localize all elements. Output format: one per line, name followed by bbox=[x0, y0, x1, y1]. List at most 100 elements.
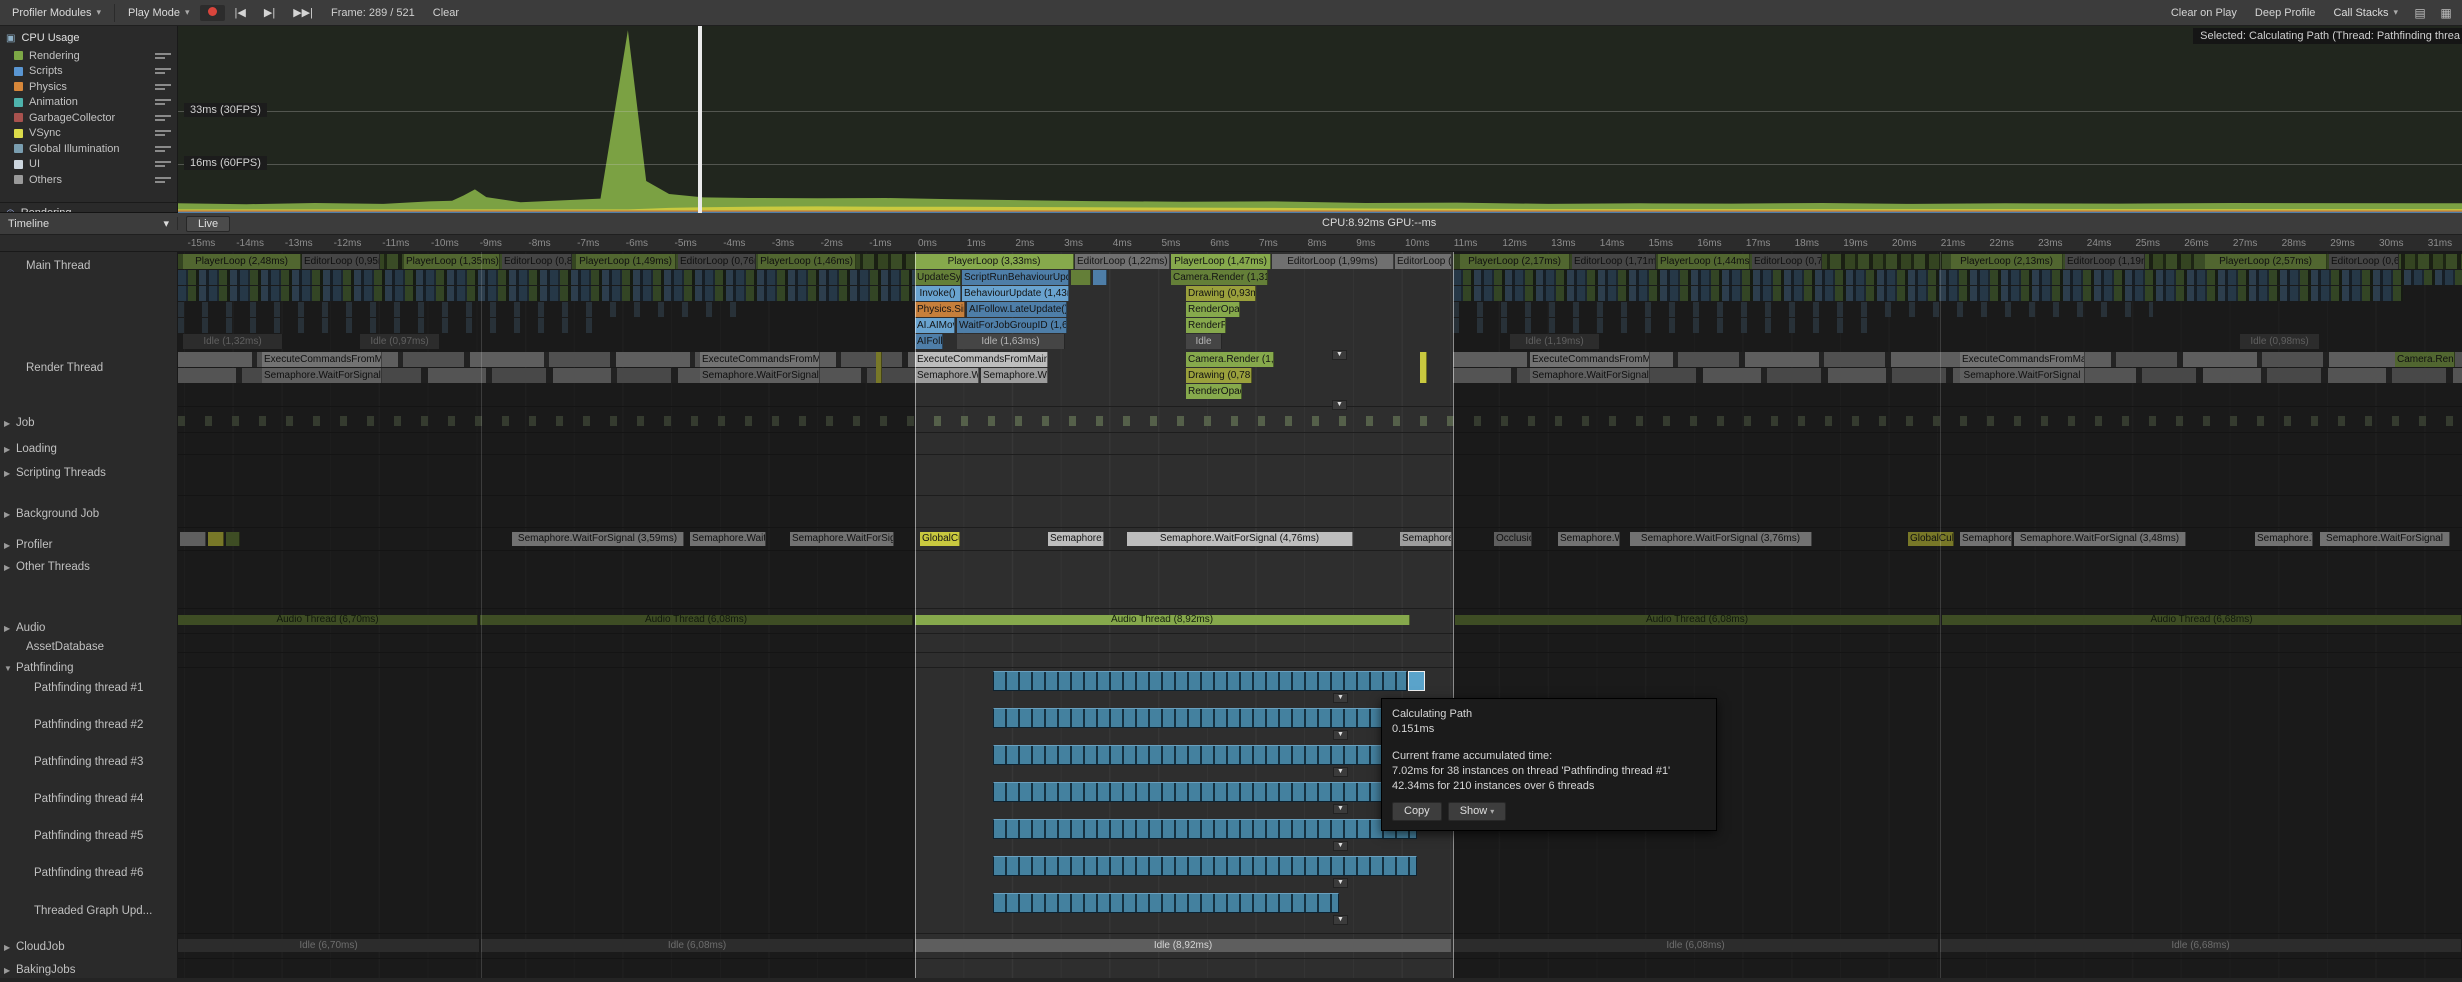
selected-sample[interactable] bbox=[1408, 671, 1425, 691]
time-ruler[interactable]: -15ms-14ms-13ms-12ms-11ms-10ms-9ms-8ms-7… bbox=[0, 235, 2462, 252]
timeline-sample[interactable]: Camera.Render (1,31ms) bbox=[1171, 270, 1268, 285]
timeline-sample[interactable] bbox=[993, 671, 1407, 691]
thread-row-background-job[interactable]: ▶Background Job bbox=[0, 508, 177, 520]
foldout-arrow-icon[interactable]: ▼ bbox=[4, 664, 16, 673]
timeline-sample[interactable] bbox=[993, 745, 1417, 765]
legend-item-others[interactable]: Others bbox=[0, 172, 177, 188]
timeline-sample[interactable]: Camera.Render (1,26ms) bbox=[1186, 352, 1274, 367]
legend-item-global-illumination[interactable]: Global Illumination bbox=[0, 141, 177, 157]
thread-row-scripting-threads[interactable]: ▶Scripting Threads bbox=[0, 467, 177, 479]
foldout-arrow-icon[interactable]: ▶ bbox=[4, 541, 16, 550]
timeline-sample[interactable]: Audio Thread (8,92ms) bbox=[915, 615, 1410, 625]
timeline-sample[interactable]: RenderOpaqueGeometry bbox=[1186, 384, 1242, 399]
foldout-arrow-icon[interactable]: ▶ bbox=[4, 624, 16, 633]
thread-row-pathfinding-thread-2[interactable]: Pathfinding thread #2 bbox=[0, 719, 177, 731]
foldout-arrow-icon[interactable]: ▶ bbox=[4, 563, 16, 572]
timeline-sample[interactable]: Semaphore.WaitForSignal bbox=[915, 368, 979, 383]
timeline-sample[interactable] bbox=[993, 856, 1417, 876]
timeline-sample[interactable]: ScriptRunBehaviourUpdate bbox=[962, 270, 1069, 285]
timeline-sample[interactable]: RenderForward bbox=[1186, 318, 1226, 333]
timeline-sample[interactable]: PlayerLoop (1,47ms) bbox=[1171, 254, 1271, 269]
timeline-sample[interactable]: AIFollow bbox=[915, 334, 943, 349]
foldout-arrow-icon[interactable]: ▶ bbox=[4, 966, 16, 975]
previous-frame-button[interactable]: |◀ bbox=[227, 4, 254, 21]
timeline-sample[interactable]: EditorLoop (1,99ms) bbox=[1272, 254, 1394, 269]
timeline-sample[interactable]: Idle bbox=[1186, 334, 1222, 349]
timeline-sample[interactable]: ExecuteCommandsFromMainThread bbox=[915, 352, 1048, 367]
live-toggle[interactable]: Live bbox=[186, 216, 230, 232]
thread-row-pathfinding-thread-3[interactable]: Pathfinding thread #3 bbox=[0, 756, 177, 768]
next-frame-button[interactable]: ▶| bbox=[256, 4, 283, 21]
timeline-sample[interactable]: Semaphore.WaitForSignal (4,76ms) bbox=[1127, 532, 1353, 546]
thread-row-pathfinding-thread-6[interactable]: Pathfinding thread #6 bbox=[0, 867, 177, 879]
expand-samples-arrow[interactable]: ▼ bbox=[1333, 915, 1348, 925]
timeline-sample[interactable]: Idle (8,92ms) bbox=[915, 939, 1452, 952]
timeline-sample[interactable]: EditorLoop (0,54ms) bbox=[1395, 254, 1452, 269]
thread-row-job[interactable]: ▶Job bbox=[0, 417, 177, 429]
expand-samples-arrow[interactable]: ▼ bbox=[1332, 400, 1347, 410]
legend-item-physics[interactable]: Physics bbox=[0, 79, 177, 95]
timeline-sample[interactable] bbox=[1420, 352, 1427, 383]
thread-row-assetdatabase[interactable]: AssetDatabase bbox=[0, 641, 177, 653]
expand-samples-arrow[interactable]: ▼ bbox=[1333, 804, 1348, 814]
thread-row-other-threads[interactable]: ▶Other Threads bbox=[0, 561, 177, 573]
thread-row-bakingjobs[interactable]: ▶BakingJobs bbox=[0, 964, 177, 976]
foldout-arrow-icon[interactable]: ▶ bbox=[4, 943, 16, 952]
thread-row-threaded-graph-upd-[interactable]: Threaded Graph Upd... bbox=[0, 905, 177, 917]
thread-row-main-thread[interactable]: Main Thread bbox=[0, 260, 177, 272]
thread-row-profiler[interactable]: ▶Profiler bbox=[0, 539, 177, 551]
timeline-sample[interactable]: AI.AIMovement bbox=[915, 318, 955, 333]
timeline-sample[interactable]: WaitForJobGroupID (1,63ms) bbox=[957, 318, 1067, 333]
timeline-sample[interactable]: Invoke() bbox=[915, 286, 961, 301]
legend-item-ui[interactable]: UI bbox=[0, 157, 177, 173]
cpu-usage-chart[interactable]: 33ms (30FPS)16ms (60FPS) Selected: Calcu… bbox=[178, 26, 2462, 213]
timeline-sample[interactable]: Drawing (0,78ms) bbox=[1186, 368, 1252, 383]
expand-samples-arrow[interactable]: ▼ bbox=[1333, 878, 1348, 888]
expand-samples-arrow[interactable]: ▼ bbox=[1333, 841, 1348, 851]
thread-row-cloudjob[interactable]: ▶CloudJob bbox=[0, 941, 177, 953]
timeline-sample[interactable] bbox=[1071, 270, 1091, 285]
foldout-arrow-icon[interactable]: ▶ bbox=[4, 469, 16, 478]
timeline-sample[interactable]: AIFollow.LateUpdate() [Invoke] bbox=[967, 302, 1067, 317]
timeline-rows[interactable]: Main ThreadRender Thread▶Job▶Loading▶Scr… bbox=[0, 252, 2462, 978]
legend-item-rendering[interactable]: Rendering bbox=[0, 48, 177, 64]
timeline-sample[interactable] bbox=[993, 708, 1417, 728]
legend-item-animation[interactable]: Animation bbox=[0, 95, 177, 111]
deep-profile-toggle[interactable]: Deep Profile bbox=[2247, 5, 2324, 21]
timeline-sample[interactable]: Drawing (0,93ms) bbox=[1186, 286, 1256, 301]
foldout-arrow-icon[interactable]: ▶ bbox=[4, 510, 16, 519]
timeline-sample[interactable] bbox=[1093, 270, 1107, 285]
clear-button[interactable]: Clear bbox=[425, 5, 467, 21]
legend-item-garbagecollector[interactable]: GarbageCollector bbox=[0, 110, 177, 126]
timeline-sample[interactable]: Semaphore.WaitForSignal bbox=[1048, 532, 1104, 546]
rendering-module-header[interactable]: ◎ Rendering bbox=[0, 202, 177, 212]
timeline-sample[interactable]: EditorLoop (1,22ms) bbox=[1075, 254, 1170, 269]
timeline-sample[interactable]: BehaviourUpdate (1,43ms) bbox=[962, 286, 1069, 301]
play-mode-dropdown[interactable]: Play Mode ▾ bbox=[120, 5, 198, 21]
timeline-sample[interactable]: RenderOpaqueGeometry bbox=[1186, 302, 1240, 317]
timeline-sample[interactable]: PlayerLoop (3,33ms) bbox=[915, 254, 1074, 269]
foldout-arrow-icon[interactable]: ▶ bbox=[4, 419, 16, 428]
thread-row-audio[interactable]: ▶Audio bbox=[0, 622, 177, 634]
timeline-sample[interactable] bbox=[993, 893, 1339, 913]
thread-row-pathfinding-thread-5[interactable]: Pathfinding thread #5 bbox=[0, 830, 177, 842]
expand-samples-arrow[interactable]: ▼ bbox=[1333, 730, 1348, 740]
thread-row-pathfinding[interactable]: ▼Pathfinding bbox=[0, 662, 177, 674]
thread-row-render-thread[interactable]: Render Thread bbox=[0, 362, 177, 374]
record-button[interactable] bbox=[200, 5, 225, 21]
timeline-view-dropdown[interactable]: Timeline ▾ bbox=[0, 217, 178, 230]
timeline-sample[interactable] bbox=[993, 782, 1417, 802]
legend-item-vsync[interactable]: VSync bbox=[0, 126, 177, 142]
timeline-sample[interactable]: UpdateSystemGroup bbox=[915, 270, 961, 285]
thread-row-pathfinding-thread-1[interactable]: Pathfinding thread #1 bbox=[0, 682, 177, 694]
expand-samples-arrow[interactable]: ▼ bbox=[1333, 767, 1348, 777]
cpu-usage-module-header[interactable]: ▣ CPU Usage bbox=[0, 26, 177, 48]
timeline-sample[interactable]: GlobalCulling bbox=[920, 532, 960, 546]
current-frame-marker[interactable] bbox=[698, 26, 702, 213]
timeline-sample[interactable] bbox=[993, 819, 1417, 839]
legend-item-scripts[interactable]: Scripts bbox=[0, 64, 177, 80]
expand-samples-arrow[interactable]: ▼ bbox=[1333, 693, 1348, 703]
profiler-modules-dropdown[interactable]: Profiler Modules ▾ bbox=[4, 5, 109, 21]
thread-row-loading[interactable]: ▶Loading bbox=[0, 443, 177, 455]
current-frame-button[interactable]: ▶▶| bbox=[285, 4, 321, 21]
